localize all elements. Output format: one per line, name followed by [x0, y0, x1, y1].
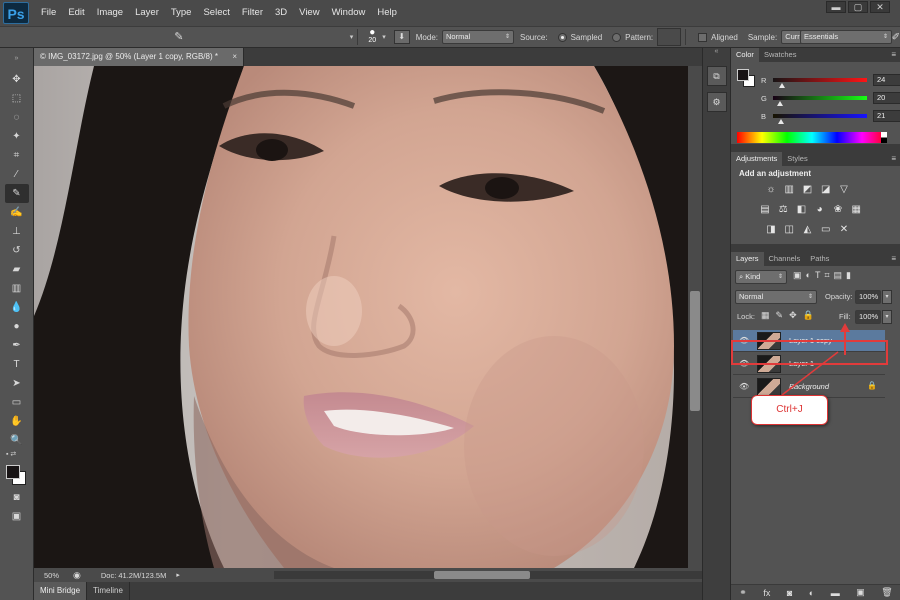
annotation-overlay	[731, 323, 888, 396]
ctrl-j-callout: Ctrl+J	[751, 395, 828, 425]
callout-pointer	[781, 351, 839, 396]
arrow-head-icon	[840, 323, 850, 332]
highlight-box	[731, 340, 888, 365]
